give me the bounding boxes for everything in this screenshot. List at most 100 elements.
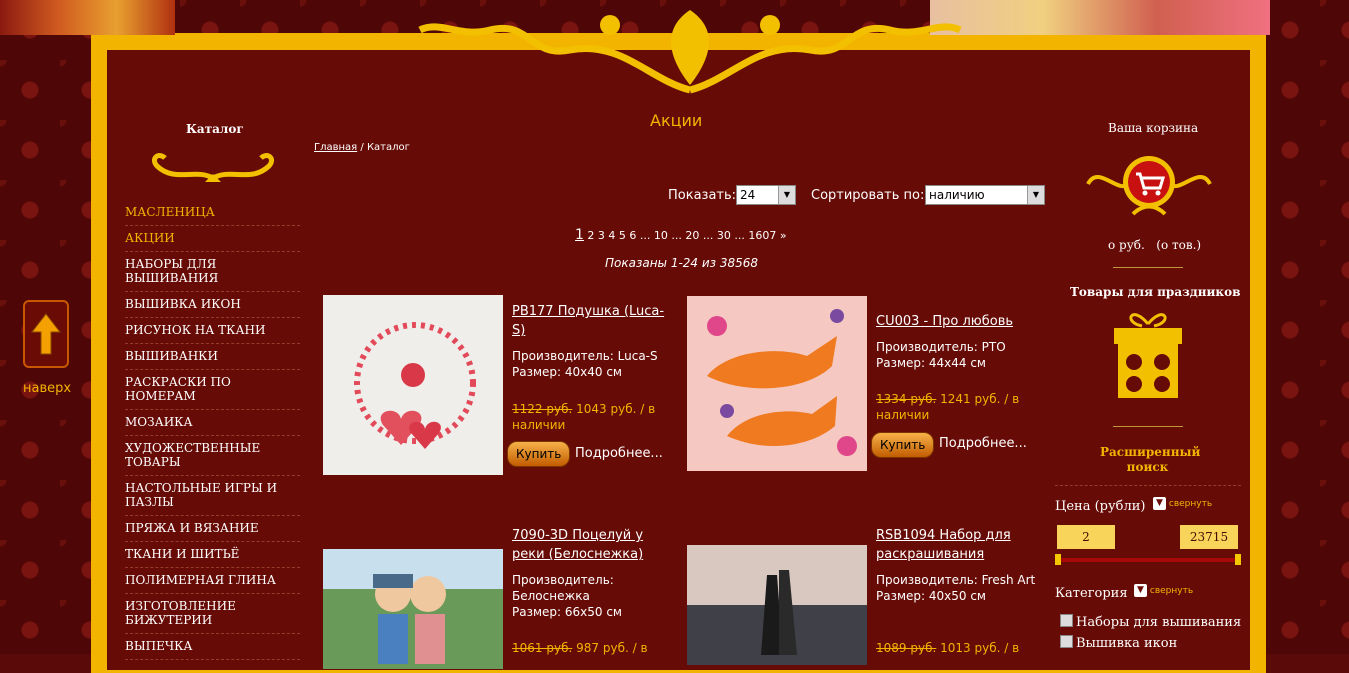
menu-item[interactable]: НАБОРЫ ДЛЯ ВЫШИВАНИЯ [125,252,300,292]
menu-item[interactable]: ВЫШИВКА ИКОН [125,292,300,318]
category-option-label: Наборы для вышивания [1076,615,1242,630]
category-option[interactable]: Наборы для вышивания [1060,614,1241,630]
breadcrumb-home-link[interactable]: Главная [314,142,357,153]
more-link[interactable]: Подробнее... [939,436,1027,451]
menu-item[interactable]: НАСТОЛЬНЫЕ ИГРЫ И ПАЗЛЫ [125,476,300,516]
show-label: Показать: [668,188,737,203]
menu-item[interactable]: ПОЛИМЕРНАЯ ГЛИНА [125,568,300,594]
menu-item[interactable]: МАСЛЕНИЦА [125,200,300,226]
chevron-down-icon: ▼ [1153,497,1166,510]
catalog-title: Каталог [186,122,244,136]
menu-item[interactable]: ВЫШИВАНКИ [125,344,300,370]
advanced-search-link[interactable]: Расширенный поиск [1100,445,1200,475]
gift-icon [1114,313,1182,398]
buy-button[interactable]: Купить [871,432,935,458]
menu-item[interactable]: ВЫПЕЧКА [125,634,300,660]
product-image[interactable] [687,296,867,471]
show-select[interactable]: 24 ▼ [736,185,796,205]
couple-beach-image [687,545,867,665]
page-title: Акции [650,111,703,130]
product-size: Размер: 40х50 см [876,589,986,603]
new-price: 987 руб. / в [576,641,648,655]
collapse-label: свернуть [1168,499,1213,509]
catalog-menu: МАСЛЕНИЦА АКЦИИ НАБОРЫ ДЛЯ ВЫШИВАНИЯ ВЫШ… [125,200,300,660]
product-name-link[interactable]: CU003 - Про любовь [876,312,1046,331]
category-filter-label: Категория [1055,586,1128,601]
product-size: Размер: 40х40 см [512,365,622,379]
sort-label: Сортировать по: [811,188,925,203]
header-image-right [930,0,1270,35]
holiday-gift-button[interactable] [1112,304,1184,404]
product-price: 1122 руб. 1043 руб. / в наличии [512,401,677,433]
menu-item[interactable]: МОЗАИКА [125,410,300,436]
price-slider-max-handle[interactable] [1235,554,1241,565]
price-min-input[interactable]: 2 [1057,525,1115,549]
cart-summary: о руб. (о тов.) [1108,238,1202,252]
results-count: Показаны 1-24 из 38568 [605,256,759,270]
header-image-left [0,0,175,35]
category-collapse-toggle[interactable]: ▼ свернуть [1134,584,1193,597]
product-image[interactable] [323,295,503,475]
sort-select-value: наличию [929,188,985,202]
checkbox[interactable] [1060,614,1073,627]
old-price: 1061 руб. [512,641,573,655]
category-option-label: Вышивка икон [1076,636,1178,651]
scroll-top-label[interactable]: наверх [23,381,71,396]
sort-select[interactable]: наличию ▼ [925,185,1045,205]
product-info: Производитель: Luca-S Размер: 40х40 см [512,348,672,380]
price-slider-track[interactable] [1056,558,1240,562]
menu-item[interactable]: ИЗГОТОВЛЕНИЕ БИЖУТЕРИИ [125,594,300,634]
breadcrumb: Главная / Каталог [314,142,410,153]
product-name-link[interactable]: 7090-3D Поцелуй у реки (Белоснежка) [512,526,672,564]
chevron-down-icon: ▼ [778,186,795,204]
product-maker: Производитель: Luca-S [512,349,658,363]
product-maker: Производитель: PTO [876,340,1006,354]
collapse-label: свернуть [1149,586,1194,596]
category-option[interactable]: Вышивка икон [1060,635,1177,651]
divider [1113,426,1183,427]
menu-item[interactable]: РАСКРАСКИ ПО НОМЕРАМ [125,370,300,410]
more-link[interactable]: Подробнее... [575,446,663,461]
price-collapse-toggle[interactable]: ▼ свернуть [1153,497,1212,510]
menu-item[interactable]: ХУДОЖЕСТВЕННЫЕ ТОВАРЫ [125,436,300,476]
kiss-river-image [323,549,503,669]
page-links[interactable]: 2 3 4 5 6 ... 10 ... 20 ... 30 ... 1607 … [587,229,786,242]
product-image[interactable] [323,549,503,669]
menu-item[interactable]: ПРЯЖА И ВЯЗАНИЕ [125,516,300,542]
product-info: Производитель: Белоснежка Размер: 66х50 … [512,572,672,620]
product-name-link[interactable]: RSB1094 Набор для раскрашивания [876,526,1046,564]
product-size: Размер: 66х50 см [512,605,622,619]
page-current[interactable]: 1 [575,227,584,243]
old-price: 1334 руб. [876,392,937,406]
price-max-input[interactable]: 23715 [1180,525,1238,549]
checkbox[interactable] [1060,635,1073,648]
product-image[interactable] [687,545,867,665]
show-select-value: 24 [740,188,756,202]
menu-item[interactable]: АКЦИИ [125,226,300,252]
menu-item[interactable]: ТКАНИ И ШИТЬЁ [125,542,300,568]
menu-item[interactable]: РИСУНОК НА ТКАНИ [125,318,300,344]
cart-icon [1086,156,1212,216]
product-info: Производитель: Fresh Art Размер: 40х50 с… [876,572,1036,604]
scroll-top-button[interactable] [23,300,69,368]
foxes-pillow-image [707,309,857,456]
product-size: Размер: 44х44 см [876,356,986,370]
breadcrumb-separator: / [360,142,364,153]
product-maker: Производитель: Белоснежка [512,573,614,603]
price-slider-min-handle[interactable] [1055,554,1061,565]
catalog-ornament [151,153,275,182]
pagination: 1 2 3 4 5 6 ... 10 ... 20 ... 30 ... 160… [575,227,787,243]
divider [1113,267,1183,268]
product-maker: Производитель: Fresh Art [876,573,1036,587]
chevron-down-icon: ▼ [1027,186,1044,204]
product-price: 1334 руб. 1241 руб. / в наличии [876,391,1041,423]
product-name-link[interactable]: PB177 Подушка (Luca-S) [512,302,672,340]
cart-button[interactable] [1078,154,1220,238]
breadcrumb-current: Каталог [366,142,410,153]
cart-title: Ваша корзина [1108,121,1199,135]
product-info: Производитель: PTO Размер: 44х44 см [876,339,1036,371]
old-price: 1122 руб. [512,402,573,416]
buy-button[interactable]: Купить [507,441,571,467]
arrow-up-icon [31,313,61,355]
chevron-down-icon: ▼ [1134,584,1147,597]
